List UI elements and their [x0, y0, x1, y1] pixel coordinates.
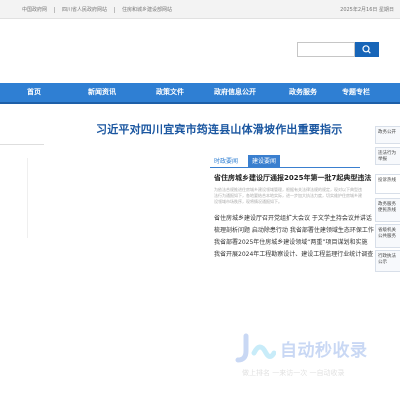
search-icon	[362, 45, 371, 54]
list-item[interactable]: 我省部署2025年住房城乡建设领域“两重”项目谋划和实施	[214, 237, 374, 249]
separator	[114, 6, 116, 13]
divider	[0, 144, 44, 145]
list-item[interactable]: 我省开展2024年工程勘察设计、建设工程监理行业统计调查	[214, 249, 374, 261]
featured-news-title[interactable]: 省住房城乡建设厅通报2025年第一批7起典型违法	[214, 173, 371, 183]
link-sichuan-gov[interactable]: 四川省人民政府网站	[62, 6, 107, 13]
left-panel	[0, 158, 28, 238]
top-links: 中国政府网 四川省人民政府网站 住房和城乡建设部网站	[22, 6, 172, 13]
nav-news[interactable]: 新闻资讯	[88, 83, 116, 102]
watermark: 自动秒收录 做上排名 一来访一次 一自动收录	[232, 333, 392, 379]
nav-topics[interactable]: 专题专栏	[342, 83, 370, 102]
date-text: 2025年2月16日 星期日	[340, 7, 394, 13]
nav-info-disclosure[interactable]: 政府信息公开	[214, 83, 256, 102]
sidebar-item-report[interactable]: 违法行为举报	[375, 147, 400, 165]
news-tabs: 时政要闻 建设要闻	[210, 155, 360, 168]
nav-services[interactable]: 政务服务	[289, 83, 317, 102]
headline[interactable]: 习近平对四川宜宾市筠连县山体滑坡作出重要指示	[96, 121, 342, 137]
main-nav: 首页 新闻资讯 政策文件 政府信息公开 政务服务 专题专栏	[0, 83, 400, 104]
tab-political-news[interactable]: 时政要闻	[210, 155, 242, 168]
right-sidebar: 政务公开 违法行为举报 投诉热线 政务服务便民热线 省级机关公共服务 行政执法公…	[375, 126, 400, 286]
sidebar-item-enforcement[interactable]: 行政执法公示	[375, 250, 400, 272]
logo-icon	[235, 333, 276, 363]
watermark-brand: 自动秒收录	[280, 341, 368, 361]
search-button[interactable]	[355, 42, 379, 57]
list-item[interactable]: 省住房城乡建设厅召开党组扩大会议 于文学主持会议并讲话	[214, 213, 374, 225]
search-input[interactable]	[297, 42, 355, 57]
nav-policy[interactable]: 政策文件	[156, 83, 184, 102]
tab-construction-news[interactable]: 建设要闻	[248, 155, 281, 168]
watermark-slogan: 做上排名 一来访一次 一自动收录	[242, 369, 345, 377]
sidebar-item-hotline[interactable]: 政务服务便民热线	[375, 198, 400, 222]
news-list: 省住房城乡建设厅召开党组扩大会议 于文学主持会议并讲话 梳理剖析问题 启动除患行…	[214, 213, 374, 261]
list-item[interactable]: 梳理剖析问题 启动除患行动 我省部署住建领域生态环保工作	[214, 225, 374, 237]
sidebar-item-public-service[interactable]: 省级机关公共服务	[375, 224, 400, 248]
link-gov-cn[interactable]: 中国政府网	[22, 6, 47, 13]
sidebar-item-complaint[interactable]: 投诉热线	[375, 174, 400, 194]
top-bar: 中国政府网 四川省人民政府网站 住房和城乡建设部网站 2025年2月16日 星期…	[0, 0, 400, 19]
separator	[54, 6, 56, 13]
sidebar-item-disclosure[interactable]: 政务公开	[375, 126, 400, 144]
nav-home[interactable]: 首页	[27, 83, 41, 102]
search-box	[297, 42, 379, 57]
link-mohurd[interactable]: 住房和城乡建设部网站	[122, 6, 172, 13]
featured-news-summary: 为依法合规推进住房城乡建设领域管理，根据有关法律法规的规定，现对以下典型违法行为…	[214, 187, 362, 204]
